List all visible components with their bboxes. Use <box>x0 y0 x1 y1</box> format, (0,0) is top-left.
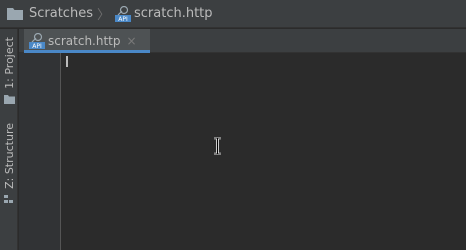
svg-text:API: API <box>32 43 42 49</box>
chevron-right-icon: 〉 <box>96 8 110 23</box>
editor-text-area[interactable] <box>61 53 466 250</box>
structure-tool-button[interactable]: Z: Structure <box>0 123 18 204</box>
breadcrumb-file[interactable]: API scratch.http <box>114 5 213 22</box>
api-file-icon: API <box>114 5 131 22</box>
editor-tab-bar: API scratch.http × <box>19 29 466 53</box>
breadcrumb-scratches[interactable]: Scratches <box>7 6 93 21</box>
project-tool-button[interactable]: 1: Project <box>0 37 18 104</box>
breadcrumb-label: scratch.http <box>133 6 213 21</box>
project-tool-label: 1: Project <box>2 37 16 89</box>
close-icon[interactable]: × <box>127 34 137 48</box>
folder-icon <box>7 8 23 20</box>
ibeam-cursor-icon <box>214 137 221 155</box>
tab-label: scratch.http <box>48 33 121 48</box>
api-file-icon: API <box>29 32 45 49</box>
folder-icon <box>3 94 15 104</box>
navigation-bar: Scratches 〉 API scratch.http <box>0 0 466 28</box>
tab-scratch-http[interactable]: API scratch.http × <box>24 29 150 53</box>
svg-text:API: API <box>118 16 128 22</box>
left-tool-stripe: 1: Project Z: Structure <box>0 29 18 250</box>
breadcrumb-label: Scratches <box>29 6 93 21</box>
text-caret <box>66 56 68 67</box>
structure-tool-label: Z: Structure <box>2 123 16 189</box>
editor-gutter[interactable] <box>19 53 61 250</box>
structure-icon <box>3 194 13 203</box>
